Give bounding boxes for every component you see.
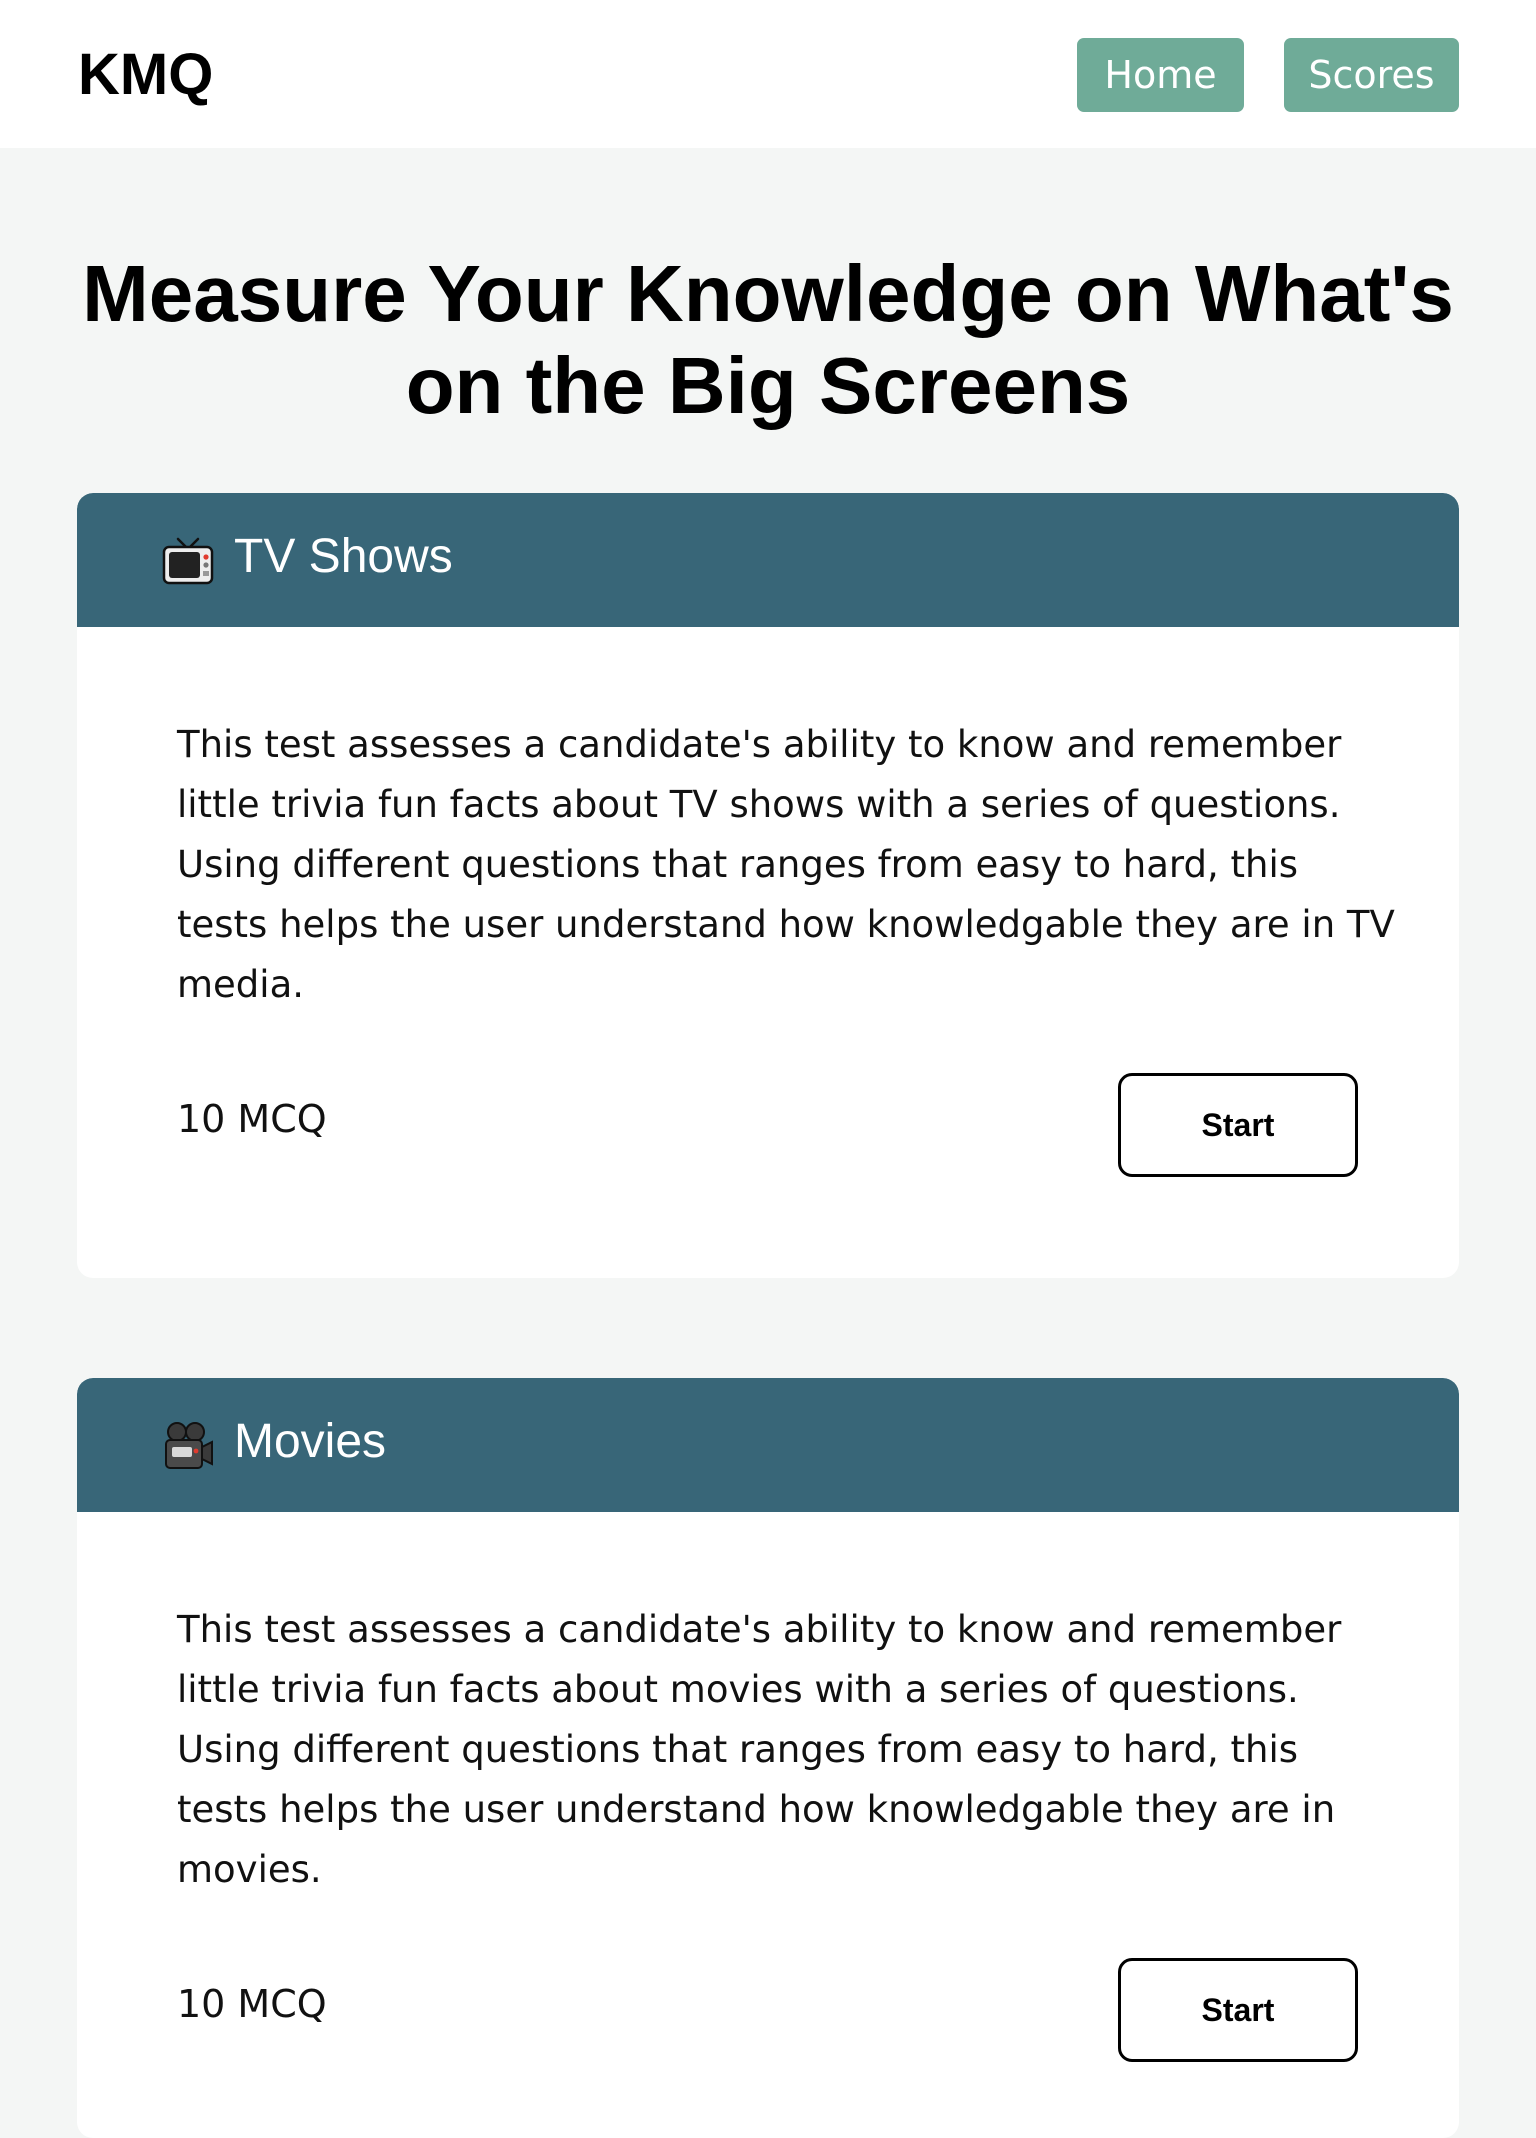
- movie-camera-icon: [162, 1420, 214, 1472]
- start-button[interactable]: Start: [1118, 1958, 1358, 2062]
- quiz-card-title: Movies: [234, 1415, 387, 1468]
- nav-home-button[interactable]: Home: [1077, 38, 1244, 112]
- quiz-card-description: This test assesses a candidate's ability…: [177, 1608, 1342, 1891]
- start-button[interactable]: Start: [1118, 1073, 1358, 1177]
- quiz-card-header: Movies: [77, 1378, 1459, 1512]
- quiz-card-description: This test assesses a candidate's ability…: [177, 723, 1395, 1006]
- question-count: 10 MCQ: [177, 1097, 327, 1141]
- quiz-card-tv-shows: TV Shows This test assesses a candidate'…: [77, 493, 1459, 1278]
- television-icon: [162, 535, 214, 587]
- navbar: KMQ Home Scores: [0, 0, 1536, 148]
- quiz-card-movies: Movies This test assesses a candidate's …: [77, 1378, 1459, 2138]
- question-count: 10 MCQ: [177, 1982, 327, 2026]
- nav-scores-button[interactable]: Scores: [1284, 38, 1459, 112]
- quiz-card-header: TV Shows: [77, 493, 1459, 627]
- page-title: Measure Your Knowledge on What's on the …: [82, 249, 1454, 430]
- quiz-card-title: TV Shows: [234, 530, 453, 583]
- site-logo[interactable]: KMQ: [78, 42, 213, 108]
